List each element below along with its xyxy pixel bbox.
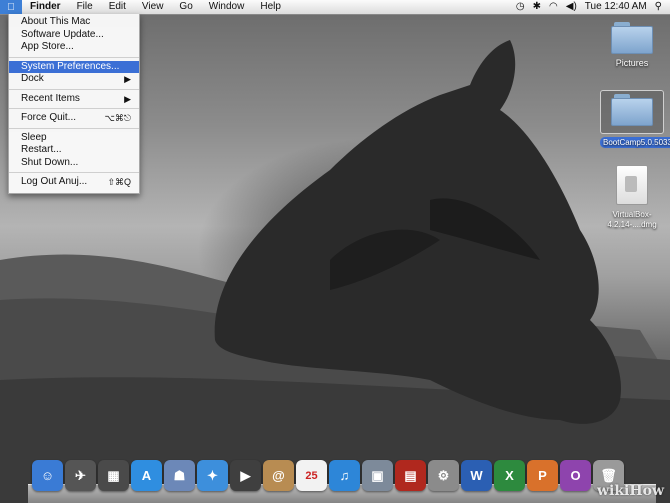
selection-highlight [600,90,664,134]
shortcut-force-quit: ⌥⌘⎋ [104,113,132,123]
dock-icons: ☺ ✈ ▦ A ☗ ✦ ▶ @25 ♫ ▣ ▤ ⚙ W X P O 🗑 [32,460,624,491]
disk-image-icon [616,165,648,205]
dock-powerpoint-icon[interactable]: P [527,460,558,491]
menu-edit[interactable]: Edit [101,0,134,14]
dock-safari-icon[interactable]: ✦ [197,460,228,491]
dock: ☺ ✈ ▦ A ☗ ✦ ▶ @25 ♫ ▣ ▤ ⚙ W X P O 🗑 [28,458,656,503]
apple-menu-dropdown: About This Mac Software Update... App St… [8,14,140,194]
apple-menu-button[interactable]:  [0,0,22,14]
menu-item-force-quit[interactable]: Force Quit... ⌥⌘⎋ [9,112,139,125]
submenu-arrow-icon: ▶ [124,74,131,84]
dock-app-store-icon[interactable]: A [131,460,162,491]
menu-item-sleep[interactable]: Sleep [9,132,139,145]
dock-contacts-icon[interactable]: @ [263,460,294,491]
shortcut-log-out: ⇧⌘Q [107,177,131,187]
menu-separator [9,127,139,129]
folder-icon [611,94,653,126]
dock-onenote-icon[interactable]: O [560,460,591,491]
desktop-icon-bootcamp[interactable]: BootCamp5.0.5033 [600,90,670,148]
menu-finder[interactable]: Finder [22,0,69,14]
desktop-icon-virtualbox-dmg[interactable]: VirtualBox-4.2.14-....dmg [600,165,664,229]
menu-window[interactable]: Window [201,0,253,14]
volume-icon[interactable]: ◀) [566,0,577,14]
dock-system-preferences-icon[interactable]: ⚙ [428,460,459,491]
desktop-icon-label: BootCamp5.0.5033 [600,137,670,148]
dock-word-icon[interactable]: W [461,460,492,491]
menu-help[interactable]: Help [252,0,289,14]
dock-facetime-icon[interactable]: ▶ [230,460,261,491]
bluetooth-icon[interactable]: ✱ [533,0,541,14]
dock-preview-icon[interactable]: ☗ [164,460,195,491]
dock-iphoto-icon[interactable]: ▣ [362,460,393,491]
dock-launchpad-icon[interactable]: ✈ [65,460,96,491]
desktop-icon-pictures[interactable]: Pictures [600,22,664,68]
spotlight-icon[interactable]: ⚲ [655,0,662,14]
apple-icon:  [7,2,15,13]
menu-separator [9,88,139,90]
menu-item-log-out[interactable]: Log Out Anuj... ⇧⌘Q [9,176,139,189]
menu-item-recent-items[interactable]: Recent Items ▶ [9,93,139,106]
submenu-arrow-icon: ▶ [124,93,131,104]
menu-separator [9,56,139,58]
dock-calendar-icon[interactable]: 25 [296,460,327,491]
menu-separator [9,172,139,173]
desktop-icon-label: Pictures [615,58,649,68]
menu-item-software-update[interactable]: Software Update... [9,29,139,42]
desktop-icon-label: VirtualBox-4.2.14-....dmg [607,210,657,229]
clock[interactable]: Tue 12:40 AM [585,0,647,14]
menu-go[interactable]: Go [171,0,200,14]
wifi-icon[interactable]: ◠ [549,0,558,14]
menu-item-shut-down[interactable]: Shut Down... [9,157,139,170]
menu-item-restart[interactable]: Restart... [9,144,139,157]
menu-separator [9,108,139,109]
dock-excel-icon[interactable]: X [494,460,525,491]
menu-item-about-this-mac[interactable]: About This Mac [9,16,139,29]
menu-extras: ◷ ✱ ◠ ◀) Tue 12:40 AM ⚲ [516,0,670,14]
menu-file[interactable]: File [69,0,101,14]
menu-item-dock[interactable]: Dock ▶ [9,73,139,86]
folder-icon [611,22,653,54]
watermark: wikiHow [596,483,664,499]
menu-item-app-store[interactable]: App Store... [9,41,139,54]
dock-mission-control-icon[interactable]: ▦ [98,460,129,491]
dock-finder-icon[interactable]: ☺ [32,460,63,491]
menu-item-system-preferences[interactable]: System Preferences... [9,60,139,73]
menu-view[interactable]: View [134,0,172,14]
time-machine-icon[interactable]: ◷ [516,0,525,14]
dock-itunes-icon[interactable]: ♫ [329,460,360,491]
dock-photo-booth-icon[interactable]: ▤ [395,460,426,491]
menu-bar:  Finder File Edit View Go Window Help ◷… [0,0,670,15]
